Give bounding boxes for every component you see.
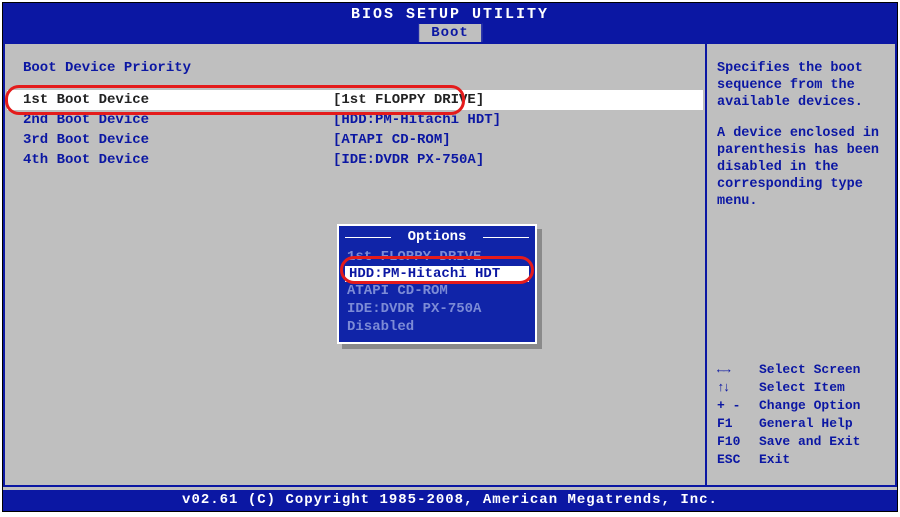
option-item-selected[interactable]: HDD:PM-Hitachi HDT [345, 266, 529, 282]
key-desc: Save and Exit [759, 433, 860, 451]
key-desc: Change Option [759, 397, 860, 415]
body-area: Boot Device Priority 1st Boot Device [1s… [3, 43, 897, 487]
key-label: F10 [717, 433, 759, 451]
boot-device-value: [IDE:DVDR PX-750A] [333, 150, 484, 170]
key-desc: Exit [759, 451, 790, 469]
tab-row: Boot [3, 23, 897, 43]
boot-device-row-4[interactable]: 4th Boot Device [IDE:DVDR PX-750A] [23, 150, 687, 170]
tab-boot[interactable]: Boot [418, 23, 482, 42]
key-desc: Select Item [759, 379, 845, 397]
main-panel: Boot Device Priority 1st Boot Device [1s… [5, 44, 707, 485]
options-title: Options [339, 226, 535, 248]
boot-device-label: 4th Boot Device [23, 150, 333, 170]
boot-device-value: [ATAPI CD-ROM] [333, 130, 451, 150]
help-line: A device enclosed in parenthesis has bee… [717, 125, 885, 210]
key-desc: Select Screen [759, 361, 860, 379]
option-item[interactable]: ATAPI CD-ROM [339, 282, 535, 300]
key-label: F1 [717, 415, 759, 433]
title-bar: BIOS SETUP UTILITY [3, 3, 897, 23]
boot-device-label: 3rd Boot Device [23, 130, 333, 150]
arrows-ud-icon [717, 379, 759, 397]
options-popup: Options 1st FLOPPY DRIVE HDD:PM-Hitachi … [337, 224, 537, 344]
key-label: + - [717, 397, 759, 415]
boot-device-value: [HDD:PM-Hitachi HDT] [333, 110, 501, 130]
arrows-lr-icon [717, 361, 759, 379]
boot-device-row-1[interactable]: 1st Boot Device [1st FLOPPY DRIVE] [7, 90, 703, 110]
section-title: Boot Device Priority [23, 60, 687, 76]
footer: v02.61 (C) Copyright 1985-2008, American… [3, 490, 897, 511]
boot-device-row-2[interactable]: 2nd Boot Device [HDD:PM-Hitachi HDT] [23, 110, 687, 130]
option-item[interactable]: 1st FLOPPY DRIVE [339, 248, 535, 266]
key-help: Select Screen Select Item + -Change Opti… [717, 361, 885, 469]
option-item[interactable]: IDE:DVDR PX-750A [339, 300, 535, 318]
help-text: Specifies the boot sequence from the ava… [717, 60, 885, 214]
boot-device-row-3[interactable]: 3rd Boot Device [ATAPI CD-ROM] [23, 130, 687, 150]
boot-device-label: 1st Boot Device [23, 90, 333, 110]
boot-device-value: [1st FLOPPY DRIVE] [333, 90, 484, 110]
help-line: Specifies the boot sequence from the ava… [717, 60, 885, 111]
key-label: ESC [717, 451, 759, 469]
bios-screen: BIOS SETUP UTILITY Boot Boot Device Prio… [2, 2, 898, 512]
key-desc: General Help [759, 415, 853, 433]
option-item[interactable]: Disabled [339, 318, 535, 336]
help-panel: Specifies the boot sequence from the ava… [707, 44, 895, 485]
boot-device-label: 2nd Boot Device [23, 110, 333, 130]
